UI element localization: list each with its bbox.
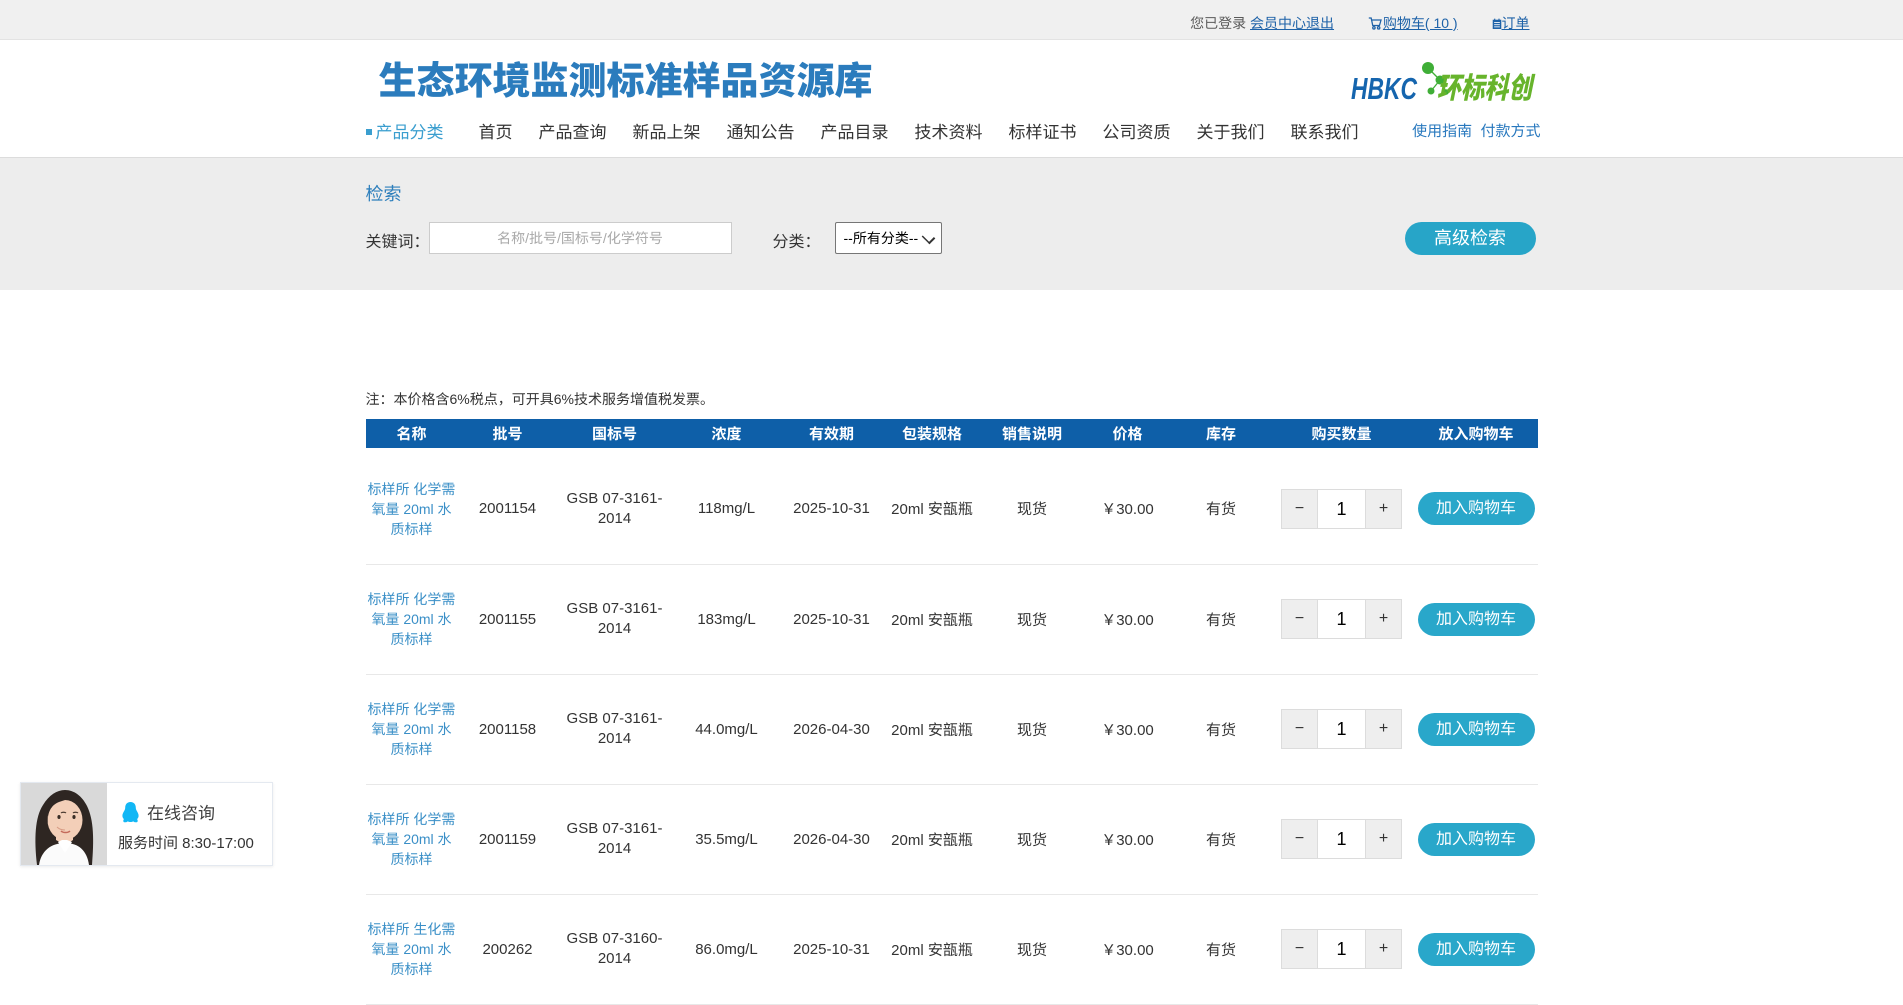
svg-text:环标科创: 环标科创	[1437, 65, 1536, 107]
svg-text:HBKC: HBKC	[1351, 71, 1417, 106]
